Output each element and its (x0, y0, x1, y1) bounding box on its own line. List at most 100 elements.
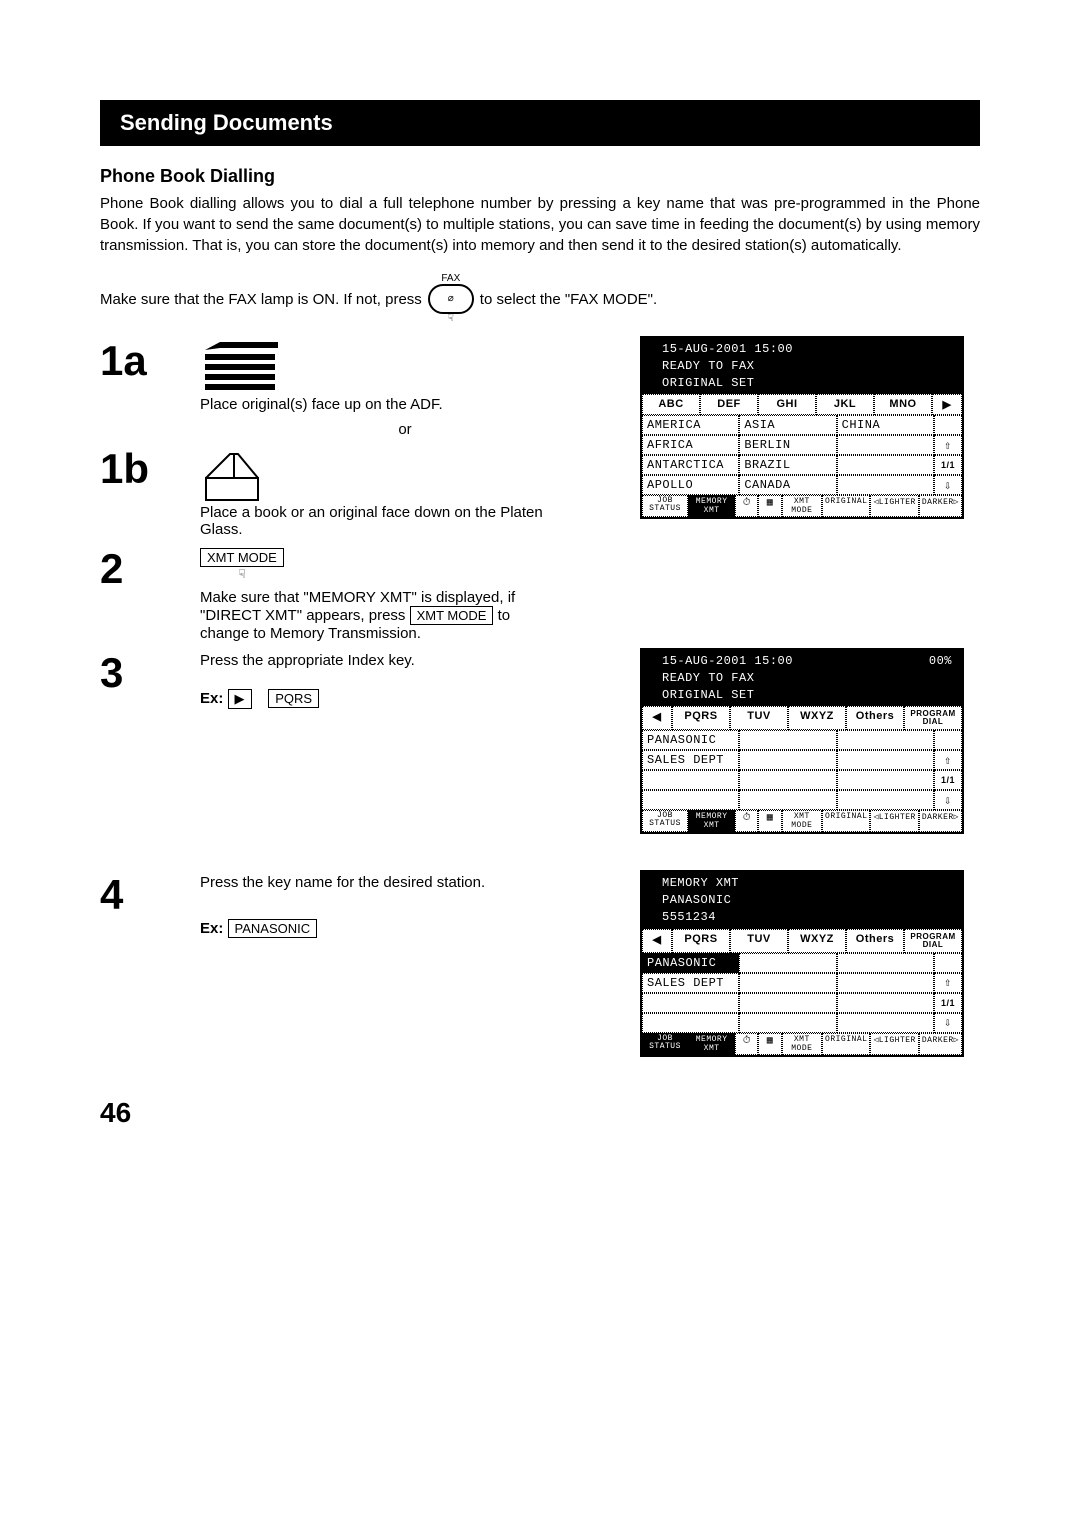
lcd-cell[interactable] (739, 993, 836, 1013)
lcd-cell[interactable] (739, 790, 836, 810)
lcd-tab[interactable]: TUV (730, 929, 788, 953)
lcd-cell[interactable]: PANASONIC (642, 730, 739, 750)
lcd-tab[interactable]: TUV (730, 706, 788, 730)
lcd-side-cell (934, 415, 962, 435)
grid-icon[interactable]: ▦ (758, 810, 781, 832)
step-number: 3 (100, 652, 180, 694)
lcd-cell[interactable] (642, 1013, 739, 1033)
lcd-cell[interactable] (642, 790, 739, 810)
memory-xmt-button[interactable]: MEMORY XMT (688, 495, 735, 517)
lcd-tab[interactable]: PQRS (672, 929, 730, 953)
lcd-cell[interactable]: SALES DEPT (642, 750, 739, 770)
lcd-cell[interactable]: BRAZIL (739, 455, 836, 475)
panasonic-key[interactable]: PANASONIC (228, 919, 318, 938)
original-footer[interactable]: ORIGINAL (822, 1033, 870, 1055)
grid-icon[interactable]: ▦ (758, 1033, 781, 1055)
lcd-cell[interactable]: CHINA (837, 415, 934, 435)
lcd-cell[interactable] (739, 770, 836, 790)
lcd-cell[interactable] (837, 790, 934, 810)
step-1a: 1a (100, 340, 610, 396)
lcd-cell[interactable] (837, 750, 934, 770)
page-number: 46 (100, 1097, 980, 1129)
lighter-button[interactable]: ◁LIGHTER (870, 810, 918, 832)
lcd-tab[interactable]: MNO (874, 394, 932, 415)
lcd-tab[interactable]: WXYZ (788, 706, 846, 730)
darker-button[interactable]: DARKER▷ (919, 495, 962, 517)
lcd-cell[interactable]: PANASONIC (642, 953, 739, 973)
lcd-cell[interactable]: SALES DEPT (642, 973, 739, 993)
lcd-cell[interactable] (739, 1013, 836, 1033)
scroll-up-icon[interactable]: ⇧ (934, 973, 962, 993)
lcd-tab[interactable]: WXYZ (788, 929, 846, 953)
lcd-tab[interactable]: PROGRAMDIAL (904, 706, 962, 730)
xmt-mode-button[interactable]: XMT MODE (410, 606, 494, 625)
xmt-mode-footer[interactable]: XMT MODE (782, 495, 822, 517)
lcd-side-cell (934, 953, 962, 973)
hand-icon: ☟ (238, 567, 245, 581)
arrow-key[interactable]: ▶ (228, 689, 252, 709)
job-status-button[interactable]: JOBSTATUS (642, 810, 688, 832)
lcd-cell[interactable] (837, 770, 934, 790)
scroll-down-icon[interactable]: ⇩ (934, 790, 962, 810)
lcd-cell[interactable] (739, 973, 836, 993)
darker-button[interactable]: DARKER▷ (919, 810, 962, 832)
timer-icon[interactable]: ⏱ (735, 1033, 758, 1055)
job-status-button[interactable]: JOBSTATUS (642, 1033, 688, 1055)
lcd-cell[interactable]: APOLLO (642, 475, 739, 495)
lcd-cell[interactable] (837, 455, 934, 475)
lcd-cell[interactable] (837, 953, 934, 973)
original-footer[interactable]: ORIGINAL (822, 810, 870, 832)
lcd-cell[interactable] (739, 953, 836, 973)
lcd-cell[interactable]: BERLIN (739, 435, 836, 455)
job-status-button[interactable]: JOBSTATUS (642, 495, 688, 517)
lcd-cell[interactable] (837, 475, 934, 495)
lcd-cell[interactable] (642, 770, 739, 790)
original-footer[interactable]: ORIGINAL (822, 495, 870, 517)
lighter-button[interactable]: ◁LIGHTER (870, 1033, 918, 1055)
lcd-tab[interactable]: DEF (700, 394, 758, 415)
lcd-cell[interactable]: CANADA (739, 475, 836, 495)
lcd-cell[interactable]: AFRICA (642, 435, 739, 455)
lcd-cell[interactable] (739, 750, 836, 770)
lcd-cell[interactable] (642, 993, 739, 1013)
lighter-button[interactable]: ◁LIGHTER (870, 495, 918, 517)
xmt-mode-button[interactable]: XMT MODE (200, 548, 284, 567)
memory-xmt-button[interactable]: MEMORY XMT (688, 1033, 735, 1055)
lcd-side-cell (934, 730, 962, 750)
scroll-down-icon[interactable]: ⇩ (934, 475, 962, 495)
lcd-tab[interactable]: PROGRAMDIAL (904, 929, 962, 953)
lcd-tab[interactable]: ◀ (642, 929, 672, 953)
lcd-tab[interactable]: GHI (758, 394, 816, 415)
lcd-tab[interactable]: PQRS (672, 706, 730, 730)
xmt-mode-footer[interactable]: XMT MODE (782, 810, 822, 832)
lcd-tab[interactable]: ABC (642, 394, 700, 415)
grid-icon[interactable]: ▦ (758, 495, 781, 517)
lcd-tab[interactable]: Others (846, 706, 904, 730)
lcd-cell[interactable] (837, 973, 934, 993)
step-number: 4 (100, 874, 180, 916)
lcd-tab[interactable]: Others (846, 929, 904, 953)
timer-icon[interactable]: ⏱ (735, 495, 758, 517)
lcd-tab[interactable]: ◀ (642, 706, 672, 730)
scroll-down-icon[interactable]: ⇩ (934, 1013, 962, 1033)
lcd-cell[interactable] (837, 993, 934, 1013)
lcd-display: 15-AUG-2001 15:0000%READY TO FAXORIGINAL… (640, 648, 964, 834)
lcd-tab[interactable]: JKL (816, 394, 874, 415)
xmt-mode-footer[interactable]: XMT MODE (782, 1033, 822, 1055)
lcd-cell[interactable] (739, 730, 836, 750)
scroll-up-icon[interactable]: ⇧ (934, 750, 962, 770)
darker-button[interactable]: DARKER▷ (919, 1033, 962, 1055)
scroll-up-icon[interactable]: ⇧ (934, 435, 962, 455)
lcd-cell[interactable]: ANTARCTICA (642, 455, 739, 475)
memory-xmt-button[interactable]: MEMORY XMT (688, 810, 735, 832)
pqrs-key[interactable]: PQRS (268, 689, 319, 708)
timer-icon[interactable]: ⏱ (735, 810, 758, 832)
lcd-cell[interactable]: ASIA (739, 415, 836, 435)
lcd-cell[interactable]: AMERICA (642, 415, 739, 435)
lcd-tab[interactable]: ▶ (932, 394, 962, 415)
lcd-cell[interactable] (837, 1013, 934, 1033)
step-4-text: Press the key name for the desired stati… (200, 874, 610, 891)
step-3-text: Press the appropriate Index key. (200, 652, 610, 669)
lcd-cell[interactable] (837, 435, 934, 455)
lcd-cell[interactable] (837, 730, 934, 750)
